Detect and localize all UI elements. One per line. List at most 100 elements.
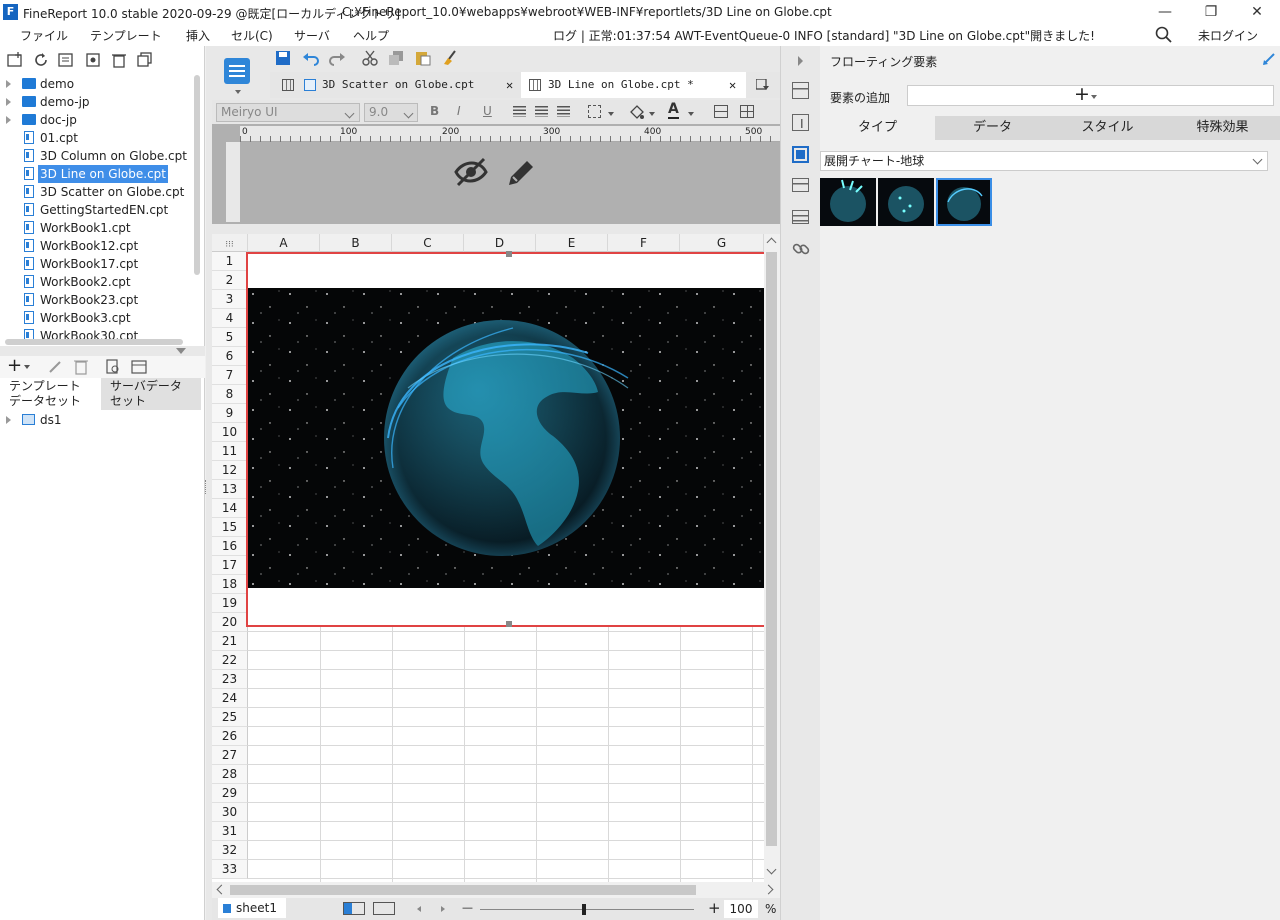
condition-icon[interactable] [792,210,809,224]
fill-color-icon[interactable] [628,104,644,123]
locate-icon[interactable] [58,52,76,70]
row-header[interactable]: 4 [212,309,248,328]
column-header-f[interactable]: F [608,234,680,252]
tab-data[interactable]: データ [935,116,1050,140]
chevron-down-icon[interactable] [24,365,30,369]
tree-item[interactable]: demo-jp [0,93,195,111]
scroll-up-icon[interactable] [766,237,777,248]
restore-button[interactable]: ❐ [1188,0,1234,24]
tab-3d-scatter[interactable]: 3D Scatter on Globe.cpt ✕ [270,72,521,98]
tab-style[interactable]: スタイル [1050,116,1165,140]
menu-help[interactable]: ヘルプ [353,27,389,44]
expand-panel-icon[interactable] [798,56,803,66]
align-right-icon[interactable] [557,106,570,117]
tree-item[interactable]: doc-jp [0,111,195,129]
tab-list-icon[interactable] [755,78,770,94]
row-header[interactable]: 6 [212,347,248,366]
chevron-down-icon[interactable] [649,112,655,116]
row-header[interactable]: 30 [212,803,248,822]
merge-cells-icon[interactable] [714,105,728,118]
border-icon[interactable] [588,105,601,118]
font-size-select[interactable]: 9.0 [364,103,418,122]
row-header[interactable]: 27 [212,746,248,765]
redo-icon[interactable] [328,50,346,69]
menu-template[interactable]: テンプレート [90,27,162,44]
row-header[interactable]: 7 [212,366,248,385]
dataset-item[interactable]: ds1 [0,411,195,429]
copy-icon[interactable] [388,50,404,69]
left-divider-grip[interactable] [205,480,209,494]
row-header[interactable]: 9 [212,404,248,423]
resize-handle[interactable] [506,621,512,627]
scroll-down-icon[interactable] [766,864,777,875]
tab-effects[interactable]: 特殊効果 [1165,116,1280,140]
cut-icon[interactable] [362,50,378,69]
expand-icon[interactable] [6,80,11,88]
collapse-icon[interactable] [176,348,186,354]
align-center-icon[interactable] [535,106,548,117]
scroll-thumb[interactable] [766,252,777,846]
zoom-in-button[interactable]: + [708,899,721,917]
minimize-button[interactable]: — [1142,0,1188,24]
vertical-scrollbar[interactable] [764,234,780,882]
menu-file[interactable]: ファイル [20,27,68,44]
row-header[interactable]: 15 [212,518,248,537]
add-element-button[interactable]: + [907,84,1274,106]
add-report-sheet-icon[interactable] [343,902,365,915]
row-header[interactable]: 17 [212,556,248,575]
close-icon[interactable]: ✕ [506,72,513,98]
template-type-button[interactable] [212,50,262,96]
zoom-slider-track[interactable] [480,909,694,910]
tab-server-dataset[interactable]: サーバデータ セット [101,378,201,410]
prev-sheet-icon[interactable] [417,906,421,912]
tree-hscroll[interactable] [5,339,183,345]
login-status[interactable]: 未ログイン [1198,27,1258,44]
chart-type-select[interactable]: 展開チャート-地球 [820,151,1268,171]
row-header[interactable]: 11 [212,442,248,461]
row-header[interactable]: 20 [212,613,248,632]
row-header[interactable]: 16 [212,537,248,556]
tree-item[interactable]: WorkBook17.cpt [0,255,195,273]
format-painter-icon[interactable] [442,49,458,69]
zoom-value[interactable]: 100 [724,900,758,918]
tree-item[interactable]: WorkBook3.cpt [0,309,195,327]
menu-server[interactable]: サーバ [294,27,330,44]
underline-button[interactable]: U [483,104,492,118]
row-header[interactable]: 26 [212,727,248,746]
new-folder-icon[interactable] [7,52,25,70]
italic-button[interactable]: I [457,104,461,118]
close-icon[interactable]: ✕ [729,72,736,98]
add-dashboard-sheet-icon[interactable] [373,902,395,915]
expand-icon[interactable] [6,416,11,424]
row-header[interactable]: 29 [212,784,248,803]
copy-icon[interactable] [137,52,155,70]
row-header[interactable]: 25 [212,708,248,727]
tree-item[interactable]: 3D Column on Globe.cpt [0,147,195,165]
row-header[interactable]: 3 [212,290,248,309]
hide-icon[interactable] [454,157,488,190]
row-header[interactable]: 12 [212,461,248,480]
resize-handle[interactable] [506,251,512,257]
row-header[interactable]: 33 [212,860,248,879]
menu-cell[interactable]: セル(C) [231,27,273,44]
expand-icon[interactable] [6,116,11,124]
paste-icon[interactable] [415,49,431,69]
row-header[interactable]: 23 [212,670,248,689]
row-header[interactable]: 18 [212,575,248,594]
column-header-d[interactable]: D [464,234,536,252]
zoom-slider-thumb[interactable] [582,904,586,915]
column-header-a[interactable]: A [248,234,320,252]
float-element-icon[interactable] [792,146,809,163]
widget-icon[interactable] [792,178,809,192]
tree-item[interactable]: WorkBook12.cpt [0,237,195,255]
row-header[interactable]: 31 [212,822,248,841]
font-family-select[interactable]: Meiryo UI [216,103,360,122]
sheet-tab[interactable]: sheet1 [218,898,286,918]
splitter[interactable] [0,346,205,356]
save-icon[interactable] [275,50,291,69]
bold-button[interactable]: B [430,104,439,118]
chevron-down-icon[interactable] [608,112,614,116]
row-header[interactable]: 19 [212,594,248,613]
row-header[interactable]: 2 [212,271,248,290]
pencil-icon[interactable] [505,157,537,192]
